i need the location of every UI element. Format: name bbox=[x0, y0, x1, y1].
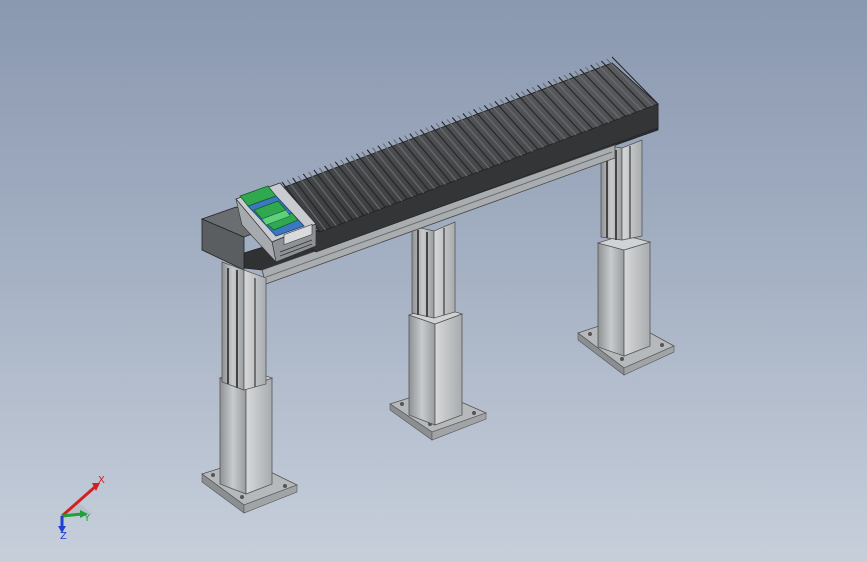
y-axis-label: Y bbox=[83, 513, 91, 524]
left-column bbox=[201, 261, 299, 514]
cad-viewport[interactable]: X Y Z bbox=[0, 0, 867, 562]
gantry-model[interactable] bbox=[0, 0, 867, 562]
right-column bbox=[577, 139, 675, 376]
y-axis-arrow bbox=[61, 512, 83, 518]
z-axis-label: Z bbox=[60, 531, 67, 540]
x-axis-label: X bbox=[98, 475, 105, 486]
middle-column bbox=[389, 221, 488, 441]
axis-triad[interactable]: X Y Z bbox=[48, 470, 118, 540]
